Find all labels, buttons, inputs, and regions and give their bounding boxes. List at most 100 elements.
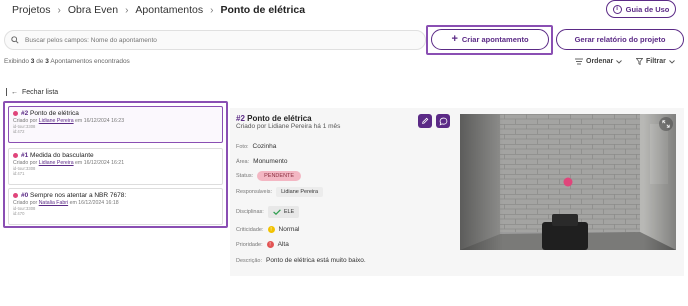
field-label: Prioridade:	[236, 241, 263, 248]
counter-prefix: Exibindo	[4, 58, 29, 65]
item-number: #0	[21, 192, 29, 199]
filter-label: Filtrar	[646, 58, 666, 65]
item-title: Sempre nos atentar a NBR 7678:	[30, 192, 127, 199]
counter-of: de	[36, 58, 44, 65]
responsible-chip: Lidiane Pereira	[276, 187, 324, 197]
guide-button-label: Guia de Uso	[625, 4, 670, 14]
discipline-value: ELE	[283, 209, 295, 215]
field-label: Criticidade:	[236, 226, 264, 233]
item-title: Ponto de elétrica	[30, 110, 79, 117]
field-label: Responsáveis:	[236, 189, 273, 195]
field-foto: Foto: Cozinha	[236, 143, 276, 150]
field-value: Monumento	[253, 158, 288, 165]
item-id: id:471	[13, 171, 25, 177]
create-apontamento-button[interactable]: + Criar apontamento	[431, 29, 549, 50]
status-badge: PENDENTE	[257, 171, 302, 181]
created-date: em 16/12/2024 16:18	[69, 200, 119, 206]
author-link[interactable]: Natalia Fabri	[39, 200, 68, 206]
breadcrumb-obra[interactable]: Obra Even	[68, 4, 118, 16]
search-icon	[11, 36, 19, 44]
breadcrumb-separator: ›	[210, 4, 214, 16]
create-button-label: Criar apontamento	[461, 35, 529, 44]
field-label: Status:	[236, 173, 254, 179]
guide-button[interactable]: i Guia de Uso	[606, 0, 676, 18]
detail-subtitle: Criado por Lidiane Pereira há 1 mês	[236, 123, 341, 130]
results-counter: Exibindo 3 de 3 Apontamentos encontrados	[4, 58, 130, 65]
discipline-chip: ELE	[267, 206, 300, 218]
info-icon: i	[612, 4, 622, 14]
collapse-bar-icon	[6, 88, 7, 96]
sort-icon	[575, 58, 583, 65]
counter-total: 3	[45, 58, 49, 65]
edit-button[interactable]	[418, 114, 432, 128]
filter-icon	[636, 58, 643, 65]
list-item[interactable]: #1 Medida do basculante Criado por Lidia…	[8, 148, 223, 185]
field-area: Área: Monumento	[236, 158, 287, 165]
field-value: Ponto de elétrica está muito baixo.	[265, 257, 366, 264]
search-bar	[4, 30, 426, 50]
sort-button[interactable]: Ordenar	[575, 58, 623, 65]
field-prioridade: Prioridade: ! Alta	[236, 241, 289, 248]
item-title: Medida do basculante	[30, 152, 94, 159]
filter-button[interactable]: Filtrar	[636, 58, 675, 65]
expand-photo-button[interactable]	[659, 117, 673, 131]
close-list-button[interactable]: ← Fechar lista	[6, 88, 58, 96]
list-item-title: #1 Medida do basculante	[13, 152, 218, 159]
author-link[interactable]: Lidiane Pereira	[39, 118, 74, 124]
status-dot	[13, 153, 18, 158]
pencil-icon	[422, 117, 429, 124]
status-dot	[13, 193, 18, 198]
expand-icon	[662, 120, 670, 128]
sort-label: Ordenar	[586, 58, 614, 65]
wall-photo-image	[460, 114, 676, 250]
list-item-title: #2 Ponto de elétrica	[13, 110, 218, 117]
item-id: id:472	[13, 129, 25, 135]
field-label: Foto:	[236, 143, 249, 150]
field-value: Cozinha	[252, 143, 277, 150]
field-value: Normal	[278, 226, 300, 233]
priority-icon: !	[266, 241, 274, 248]
field-status: Status: PENDENTE	[236, 171, 302, 181]
author-link[interactable]: Lidiane Pereira	[39, 160, 74, 166]
field-criticidade: Criticidade: ! Normal	[236, 226, 299, 233]
status-dot	[13, 111, 18, 116]
field-value: Alta	[277, 241, 289, 248]
arrow-left-icon: ←	[11, 88, 18, 96]
report-button-label: Gerar relatório do projeto	[574, 35, 666, 44]
list-item[interactable]: #2 Ponto de elétrica Criado por Lidiane …	[8, 106, 223, 143]
breadcrumb-separator: ›	[57, 4, 61, 16]
page-title: Ponto de elétrica	[220, 4, 306, 16]
detail-title: #2 Ponto de elétrica	[236, 114, 312, 123]
list-item[interactable]: #0 Sempre nos atentar a NBR 7678: Criado…	[8, 188, 223, 225]
field-label: Disciplinas:	[236, 209, 264, 215]
criticality-icon: !	[267, 226, 275, 233]
check-icon	[273, 209, 281, 215]
field-descricao: Descrição: Ponto de elétrica está muito …	[236, 257, 366, 264]
counter-suffix: Apontamentos encontrados	[50, 58, 130, 65]
chevron-down-icon	[616, 59, 623, 64]
created-date: em 16/12/2024 16:23	[75, 118, 125, 124]
generate-report-button[interactable]: Gerar relatório do projeto	[556, 29, 684, 50]
breadcrumb-separator: ›	[125, 4, 129, 16]
search-input[interactable]	[25, 36, 405, 44]
chat-icon	[439, 117, 447, 125]
breadcrumb: Projetos › Obra Even › Apontamentos › Po…	[12, 3, 305, 17]
breadcrumb-apontamentos[interactable]: Apontamentos	[135, 4, 203, 16]
item-number: #1	[21, 152, 29, 159]
field-responsaveis: Responsáveis: Lidiane Pereira	[236, 187, 324, 197]
field-label: Descrição:	[236, 257, 262, 264]
plus-icon: +	[451, 33, 458, 45]
chevron-down-icon	[669, 59, 675, 64]
close-list-label: Fechar lista	[22, 88, 59, 96]
item-number: #2	[21, 110, 29, 117]
apontamento-photo[interactable]	[460, 114, 676, 250]
field-label: Área:	[236, 158, 250, 165]
comment-button[interactable]	[436, 114, 450, 128]
detail-number: #2	[236, 114, 245, 123]
counter-shown: 3	[30, 58, 35, 65]
field-disciplinas: Disciplinas: ELE	[236, 206, 300, 218]
list-item-title: #0 Sempre nos atentar a NBR 7678:	[13, 192, 218, 199]
item-id: id:470	[13, 211, 25, 217]
breadcrumb-projetos[interactable]: Projetos	[12, 4, 51, 16]
created-date: em 16/12/2024 16:21	[75, 160, 125, 166]
